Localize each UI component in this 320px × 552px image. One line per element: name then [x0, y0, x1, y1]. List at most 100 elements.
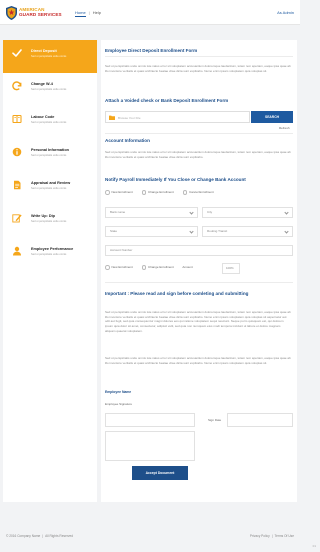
company-logo[interactable]: AMERICAN GUARD SERVICES [6, 6, 62, 20]
pencil-icon [12, 214, 22, 223]
top-nav: Home | Help [75, 10, 101, 17]
radio-label: Cancel Enrollment [189, 190, 214, 195]
folder-icon [109, 115, 115, 120]
radio-label: Change Enrollment [148, 190, 174, 195]
radio-change-enrollment-2[interactable] [141, 265, 147, 270]
sidebar-item-title: Appraisal and Review [31, 181, 71, 185]
sidebar-item-write-up[interactable]: Write Up: Dip Sed ut perspiciatis unde o… [3, 205, 97, 237]
check-icon [12, 49, 22, 57]
radio-label: New Enrollment [111, 190, 133, 195]
city-select[interactable]: City [202, 207, 293, 218]
sidebar-item-direct-deposit[interactable]: Direct Deposit Sed ut perspiciatis unde … [3, 40, 97, 73]
amount-value: 100% [226, 266, 234, 270]
logo-line-2: GUARD SERVICES [19, 12, 62, 18]
sidebar-item-personal-information[interactable]: Personal Information Sed ut perspiciatis… [3, 139, 97, 171]
footer-separator: | [271, 534, 273, 538]
routing-transit-select[interactable]: Routing Transit [202, 226, 293, 237]
radio-new-enrollment[interactable] [105, 190, 110, 195]
refresh-link[interactable]: Refresh [279, 126, 290, 130]
copyright-text: © 2016 Company Name [6, 534, 41, 538]
file-upload-placeholder: Browse Your File [118, 115, 141, 120]
sidebar-item-title: Labour Code [31, 115, 55, 119]
divider [105, 282, 293, 283]
footer-copyright: © 2016 Company Name | All Rights Reserved [6, 534, 73, 538]
sidebar-item-subtitle: Sed ut perspiciatis unde omnis [31, 55, 67, 59]
admin-menu[interactable]: As Admin [277, 10, 294, 15]
footer-links: Privacy Policy | Terms Of Use [250, 534, 294, 538]
state-placeholder: State [110, 229, 118, 233]
radio-change-enrollment[interactable] [141, 190, 147, 195]
amount-radio-group: New Enrollment Change Enrollment Amount [105, 265, 193, 270]
account-number-placeholder: Account Number [110, 248, 133, 252]
city-placeholder: City [207, 210, 213, 214]
routing-transit-placeholder: Routing Transit [207, 229, 228, 233]
accept-document-button[interactable]: Accept Document [132, 466, 188, 480]
sign-date-input[interactable] [227, 413, 293, 427]
employee-signature-label: Employee Signature [105, 402, 133, 406]
sidebar-item-subtitle: Sed ut perspiciatis unde omnis [31, 253, 67, 257]
privacy-policy-link[interactable]: Privacy Policy [250, 534, 270, 538]
chevron-down-icon [189, 229, 194, 234]
radio-label: New Enrollment [111, 265, 133, 270]
account-number-input[interactable]: Account Number [105, 245, 293, 256]
divider [105, 56, 293, 57]
sidebar-item-subtitle: Sed ut perspiciatis unde omnis [31, 220, 67, 224]
bank-name-select[interactable]: Bank name [105, 207, 198, 218]
radio-label: Change Enrollment [148, 265, 174, 270]
shield-logo-icon [6, 6, 17, 20]
enrollment-type-radio-group: New Enrollment Change Enrollment Cancel … [105, 190, 222, 195]
state-select[interactable]: State [105, 226, 198, 237]
sidebar-item-change-w4[interactable]: Change W-4 Sed ut perspiciatis unde omni… [3, 73, 97, 105]
amount-label: Amount [182, 265, 193, 270]
sidebar-item-subtitle: Sed ut perspiciatis unde omnis [31, 88, 67, 92]
sidebar-item-title: Personal Information [31, 148, 69, 152]
sidebar-item-subtitle: Sed ut perspiciatis unde omnis [31, 154, 67, 158]
nav-home-link[interactable]: Home [75, 10, 86, 17]
search-button[interactable]: SEARCH [251, 111, 293, 123]
account-paragraph: Sed ut perspiciatis unde omnis iste natu… [105, 150, 291, 159]
sidebar-item-employee-performance[interactable]: Employee Performance Sed ut perspiciatis… [3, 238, 97, 270]
page-marker: 01 [312, 544, 316, 548]
bank-name-placeholder: Bank name [110, 210, 126, 214]
sidebar-item-title: Employee Performance [31, 247, 74, 251]
user-icon [13, 246, 21, 256]
sidebar-item-subtitle: Sed ut perspiciatis unde omnis [31, 121, 67, 125]
sidebar-item-appraisal-review[interactable]: Appraisal and Review Sed ut perspiciatis… [3, 172, 97, 204]
chevron-down-icon [189, 210, 194, 215]
book-icon [12, 114, 22, 124]
rights-text: All Rights Reserved [45, 534, 74, 538]
important-paragraph-2: Sed ut perspiciatis unde omnis iste natu… [105, 356, 291, 365]
radio-cancel-enrollment[interactable] [182, 190, 188, 195]
footer-separator: | [42, 534, 44, 538]
divider [105, 133, 293, 134]
chevron-down-icon [284, 210, 289, 215]
logo-wordmark: AMERICAN GUARD SERVICES [19, 7, 62, 18]
sidebar-item-title: Change W-4 [31, 82, 53, 86]
attach-section-title: Attach a Voided check or Bank Deposit En… [105, 98, 229, 103]
top-bar: AMERICAN GUARD SERVICES Home | Help As Adm… [0, 0, 300, 25]
notify-section-title: Notify Payroll Immediately If You Close … [105, 177, 246, 182]
nav-help-link[interactable]: Help [93, 10, 101, 15]
signature-pad[interactable] [105, 431, 195, 461]
important-paragraph-1: Sed ut perspiciatis unde omnis iste natu… [105, 310, 291, 333]
sidebar-item-title: Direct Deposit [31, 49, 57, 53]
radio-new-enrollment-2[interactable] [105, 265, 110, 270]
terms-of-use-link[interactable]: Terms Of Use [275, 534, 294, 538]
important-section-title: Important : Please read and sign before … [105, 291, 249, 296]
sidebar-item-labour-code[interactable]: Labour Code Sed ut perspiciatis unde omn… [3, 106, 97, 138]
employee-name-label: Employee Name [105, 390, 132, 394]
nav-separator: | [88, 10, 90, 15]
sidebar-item-subtitle: Sed ut perspiciatis unde omnis [31, 187, 67, 191]
file-upload-input[interactable]: Browse Your File [105, 111, 250, 123]
refresh-icon [12, 81, 22, 91]
form-title: Employee Direct Deposit Enrollment Form [105, 48, 198, 53]
sidebar: Direct Deposit Sed ut perspiciatis unde … [3, 40, 97, 502]
employee-name-input[interactable] [105, 413, 195, 427]
chevron-down-icon [284, 229, 289, 234]
intro-paragraph: Sed ut perspiciatis unde omnis iste natu… [105, 64, 291, 73]
account-section-title: Account Information [105, 138, 150, 143]
sign-date-label: Sign Date [208, 418, 222, 422]
amount-input[interactable]: 100% [222, 263, 240, 274]
enrollment-form-panel: Employee Direct Deposit Enrollment Form … [101, 40, 297, 502]
info-icon [12, 147, 22, 157]
